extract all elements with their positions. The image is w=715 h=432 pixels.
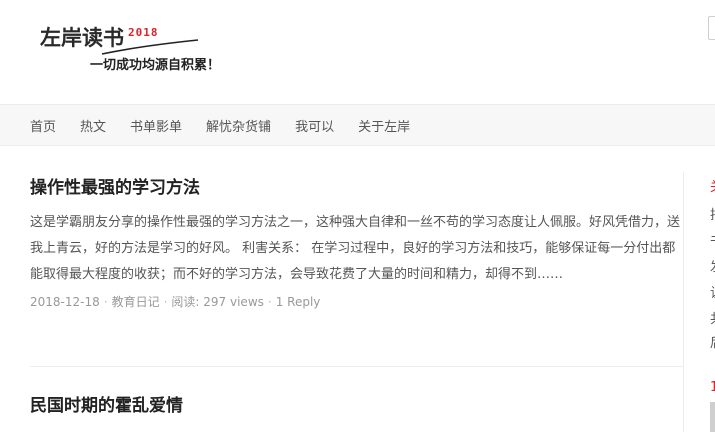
post-views: 阅读: 297 views xyxy=(171,295,264,309)
main-nav: 首页 热文 书单影单 解忧杂货铺 我可以 关于左岸 xyxy=(0,104,715,146)
post-excerpt: 这是学霸朋友分享的操作性最强的学习方法之一，这种强大自律和一丝不苟的学习态度让人… xyxy=(30,215,681,282)
sidebar-heading-fragment: 1 xyxy=(710,380,715,395)
search-input[interactable] xyxy=(708,16,715,40)
nav-item-ican[interactable]: 我可以 xyxy=(295,116,334,135)
post-replies-link[interactable]: 1 Reply xyxy=(276,295,321,309)
sidebar-divider xyxy=(683,172,684,432)
sidebar-text-fragment: 让 xyxy=(710,286,715,302)
post-item: 民国时期的霍乱爱情 xyxy=(30,394,683,418)
post-meta: 2018-12-18 · 教育日记 · 阅读: 297 views · 1 Reply xyxy=(30,292,683,312)
sidebar-text-fragment: 书 xyxy=(710,234,715,250)
nav-item-grocery[interactable]: 解忧杂货铺 xyxy=(206,116,271,135)
site-logo[interactable]: 左岸读书 2018 一切成功均源自积累！ xyxy=(40,16,240,76)
post-divider xyxy=(30,366,683,367)
nav-item-booklists[interactable]: 书单影单 xyxy=(130,116,182,135)
post-list: 操作性最强的学习方法 这是学霸朋友分享的操作性最强的学习方法之一，这种强大自律和… xyxy=(0,146,683,432)
meta-separator: · xyxy=(267,295,272,309)
sidebar-text-fragment: 共 xyxy=(710,312,715,328)
nav-item-hot[interactable]: 热文 xyxy=(80,116,106,135)
nav-item-about[interactable]: 关于左岸 xyxy=(358,116,410,135)
post-item: 操作性最强的学习方法 这是学霸朋友分享的操作性最强的学习方法之一，这种强大自律和… xyxy=(30,176,683,312)
meta-separator: · xyxy=(163,295,168,309)
sidebar-text-fragment: 把 xyxy=(710,208,715,224)
post-title[interactable]: 民国时期的霍乱爱情 xyxy=(30,394,683,418)
sidebar-text-fragment: 发 xyxy=(710,260,715,276)
site-header: 左岸读书 2018 一切成功均源自积累！ xyxy=(0,0,715,104)
post-date: 2018-12-18 xyxy=(30,295,100,309)
sidebar-heading-fragment: 关 xyxy=(710,180,715,196)
post-title[interactable]: 操作性最强的学习方法 xyxy=(30,176,683,200)
sidebar: 关 把 书 发 让 共 后 1 xyxy=(700,172,715,432)
nav-item-home[interactable]: 首页 xyxy=(30,116,56,135)
sidebar-thumbnail[interactable] xyxy=(710,402,715,432)
site-slogan: 一切成功均源自积累！ xyxy=(90,58,221,73)
post-category-link[interactable]: 教育日记 xyxy=(112,295,160,309)
sidebar-text-fragment: 后 xyxy=(710,336,715,352)
meta-separator: · xyxy=(103,295,108,309)
